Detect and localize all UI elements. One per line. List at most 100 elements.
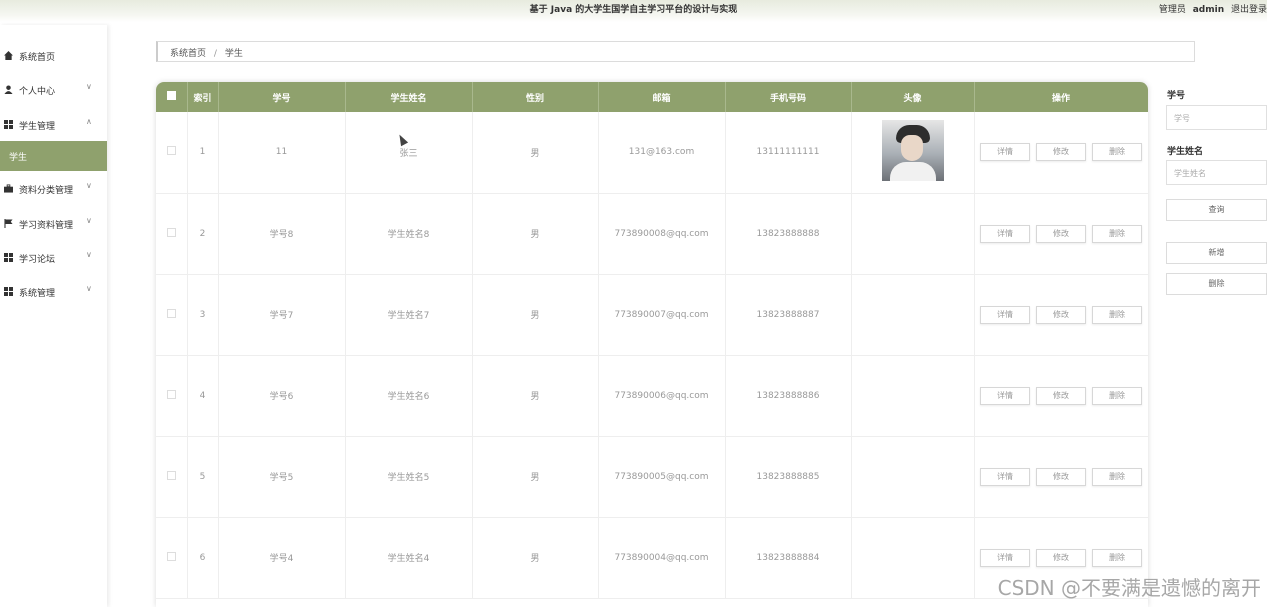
edit-button[interactable]: 修改 bbox=[1036, 548, 1086, 567]
student-no-input[interactable]: 学号 bbox=[1166, 105, 1267, 130]
cell-actions: 详情 修改 删除 bbox=[974, 193, 1148, 275]
delete-row-button[interactable]: 删除 bbox=[1092, 386, 1142, 405]
detail-button[interactable]: 详情 bbox=[980, 386, 1030, 405]
sidebar-item-material-category[interactable]: 资料分类管理 ∨ bbox=[0, 175, 107, 203]
select-all-checkbox[interactable] bbox=[166, 91, 176, 100]
row-select-cell bbox=[156, 274, 188, 356]
sidebar-item-home[interactable]: 系统首页 bbox=[0, 42, 107, 70]
detail-button[interactable]: 详情 bbox=[980, 548, 1030, 567]
col-header-gender: 性别 bbox=[472, 82, 599, 112]
cell-email: 773890008@qq.com bbox=[598, 193, 726, 275]
delete-row-button[interactable]: 删除 bbox=[1092, 224, 1142, 243]
row-checkbox[interactable] bbox=[166, 308, 176, 318]
cell-gender: 男 bbox=[472, 355, 599, 437]
sidebar-item-label: 学生 bbox=[9, 153, 28, 163]
cell-avatar bbox=[851, 355, 975, 437]
app-title: 基于 Java 的大学生国学自主学习平台的设计与实现 bbox=[529, 5, 738, 15]
sidebar-item-label: 资料分类管理 bbox=[19, 186, 74, 196]
detail-button[interactable]: 详情 bbox=[980, 467, 1030, 486]
edit-button[interactable]: 修改 bbox=[1036, 386, 1086, 405]
cell-index: 3 bbox=[187, 274, 219, 356]
cell-gender: 男 bbox=[472, 517, 599, 599]
sidebar-item-label: 系统管理 bbox=[19, 289, 56, 299]
sidebar-item-label: 学生管理 bbox=[19, 122, 56, 132]
cell-email: 773890005@qq.com bbox=[598, 436, 726, 518]
chevron-up-icon: ∧ bbox=[86, 117, 92, 126]
sidebar-item-forum[interactable]: 学习论坛 ∨ bbox=[0, 244, 107, 272]
user-role: 管理员 bbox=[1158, 5, 1186, 15]
edit-button[interactable]: 修改 bbox=[1036, 305, 1086, 324]
row-checkbox[interactable] bbox=[166, 551, 176, 561]
col-header-name: 学生姓名 bbox=[345, 82, 473, 112]
username: admin bbox=[1192, 5, 1225, 15]
flag-icon bbox=[4, 219, 13, 228]
sidebar-item-student-management[interactable]: 学生管理 ∧ bbox=[0, 111, 107, 139]
user-area: 管理员 admin 退出登录 bbox=[1155, 2, 1267, 15]
cell-email: 773890006@qq.com bbox=[598, 355, 726, 437]
table-row: 5 学号5 学生姓名5 男 773890005@qq.com 13823888885 详情修… bbox=[156, 436, 1148, 518]
sidebar: 系统首页 个人中心 ∨ 学生管理 ∧ 学生 资料分类管理 ∨ 学习资料管理 ∨ … bbox=[0, 25, 107, 607]
delete-row-button[interactable]: 删除 bbox=[1092, 143, 1142, 162]
row-select-cell bbox=[156, 355, 188, 437]
cell-phone: 13823888885 bbox=[725, 436, 852, 518]
cell-name: 学生姓名6 bbox=[345, 355, 473, 437]
chevron-down-icon: ∨ bbox=[86, 250, 92, 259]
row-checkbox[interactable] bbox=[166, 389, 176, 399]
student-name-input[interactable]: 学生姓名 bbox=[1166, 160, 1267, 185]
cell-gender: 男 bbox=[472, 193, 599, 275]
user-icon bbox=[4, 85, 13, 94]
edit-button[interactable]: 修改 bbox=[1036, 143, 1086, 162]
cell-gender: 男 bbox=[472, 436, 599, 518]
cell-student-no: 学号4 bbox=[218, 517, 346, 599]
cell-gender: 男 bbox=[472, 274, 599, 356]
detail-button[interactable]: 详情 bbox=[980, 224, 1030, 243]
edit-button[interactable]: 修改 bbox=[1036, 224, 1086, 243]
sidebar-item-label: 学习资料管理 bbox=[19, 221, 74, 231]
sidebar-item-material-management[interactable]: 学习资料管理 ∨ bbox=[0, 210, 107, 238]
row-select-cell bbox=[156, 517, 188, 599]
table-row: 3 学号7 学生姓名7 男 773890007@qq.com 13823888887 详情修… bbox=[156, 274, 1148, 356]
cell-email: 131@163.com bbox=[598, 112, 726, 194]
chevron-down-icon: ∨ bbox=[86, 82, 92, 91]
cell-index: 5 bbox=[187, 436, 219, 518]
col-header-actions: 操作 bbox=[974, 82, 1148, 112]
cell-name: 张三 bbox=[345, 112, 473, 194]
sidebar-item-system-management[interactable]: 系统管理 ∨ bbox=[0, 278, 107, 306]
breadcrumb: 系统首页 / 学生 bbox=[156, 41, 1195, 62]
student-table: 索引 学号 学生姓名 性别 邮箱 手机号码 头像 操作 1 11 张三男 131@16… bbox=[156, 82, 1148, 607]
row-checkbox[interactable] bbox=[166, 146, 176, 156]
cell-avatar bbox=[851, 436, 975, 518]
delete-row-button[interactable]: 删除 bbox=[1092, 305, 1142, 324]
delete-button[interactable]: 删除 bbox=[1166, 273, 1267, 295]
row-select-cell bbox=[156, 112, 188, 194]
sidebar-item-label: 学习论坛 bbox=[19, 255, 56, 265]
cell-avatar bbox=[851, 112, 975, 194]
cell-index: 6 bbox=[187, 517, 219, 599]
detail-button[interactable]: 详情 bbox=[980, 143, 1030, 162]
sidebar-item-label: 系统首页 bbox=[19, 53, 56, 63]
sidebar-item-personal-center[interactable]: 个人中心 ∨ bbox=[0, 76, 107, 104]
query-button[interactable]: 查询 bbox=[1166, 199, 1267, 221]
sidebar-item-student[interactable]: 学生 bbox=[0, 141, 107, 171]
logout-link[interactable]: 退出登录 bbox=[1231, 5, 1267, 15]
add-button[interactable]: 新增 bbox=[1166, 242, 1267, 264]
chevron-down-icon: ∨ bbox=[86, 284, 92, 293]
detail-button[interactable]: 详情 bbox=[980, 305, 1030, 324]
edit-button[interactable]: 修改 bbox=[1036, 467, 1086, 486]
cell-avatar bbox=[851, 193, 975, 275]
chevron-down-icon: ∨ bbox=[86, 216, 92, 225]
row-checkbox[interactable] bbox=[166, 470, 176, 480]
cell-email: 773890007@qq.com bbox=[598, 274, 726, 356]
col-header-email: 邮箱 bbox=[598, 82, 726, 112]
breadcrumb-home[interactable]: 系统首页 bbox=[170, 49, 206, 59]
delete-row-button[interactable]: 删除 bbox=[1092, 467, 1142, 486]
cell-student-no: 学号7 bbox=[218, 274, 346, 356]
cell-index: 1 bbox=[187, 112, 219, 194]
row-checkbox[interactable] bbox=[166, 227, 176, 237]
col-header-index: 索引 bbox=[187, 82, 219, 112]
cell-student-no: 11 bbox=[218, 112, 346, 194]
delete-row-button[interactable]: 删除 bbox=[1092, 548, 1142, 567]
cell-email: 773890004@qq.com bbox=[598, 517, 726, 599]
cell-name: 学生姓名5 bbox=[345, 436, 473, 518]
cell-actions: 详情 修改 删除 bbox=[974, 436, 1148, 518]
